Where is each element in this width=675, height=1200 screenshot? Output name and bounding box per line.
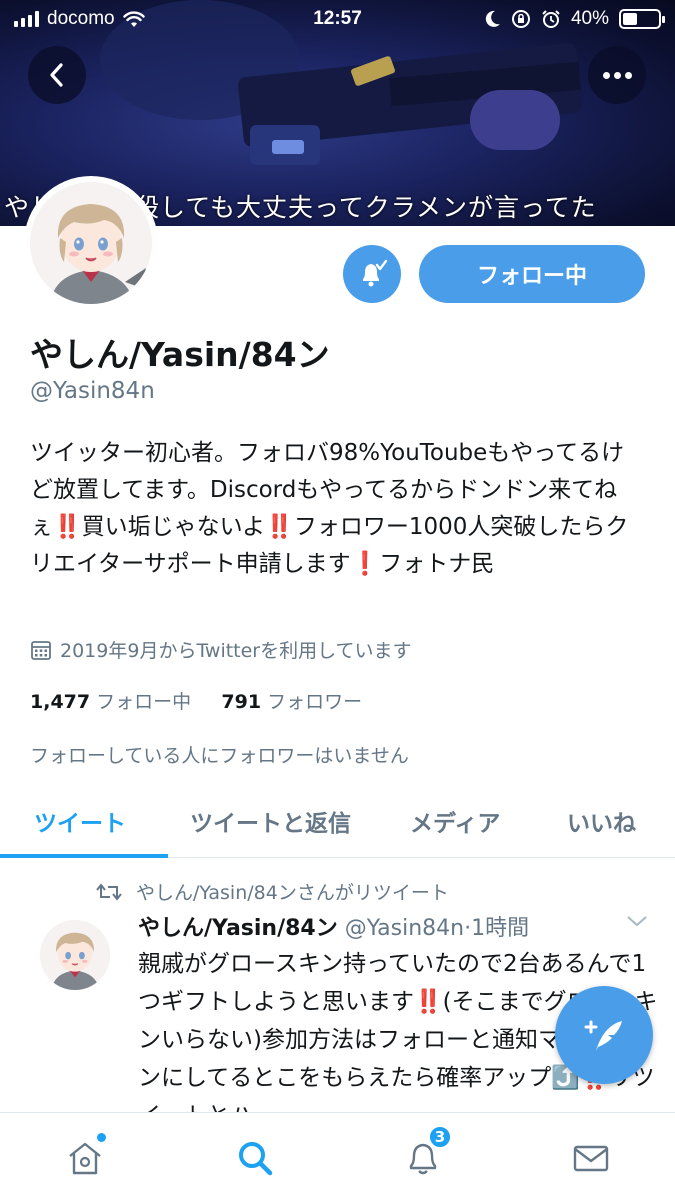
back-button[interactable] bbox=[28, 46, 86, 104]
notification-bell-button[interactable] bbox=[343, 245, 401, 303]
nav-search[interactable] bbox=[230, 1133, 280, 1183]
back-arrow-icon bbox=[50, 63, 63, 87]
follow-counts: 1,477 フォロー中 791 フォロワー bbox=[30, 687, 362, 714]
following-label: フォロー中 bbox=[96, 691, 192, 713]
following-link[interactable]: 1,477 フォロー中 bbox=[30, 691, 191, 713]
retweet-icon bbox=[96, 882, 122, 901]
battery-percent: 40% bbox=[570, 8, 609, 29]
tweet-author-avatar[interactable] bbox=[40, 920, 110, 990]
avatar bbox=[30, 182, 152, 304]
status-bar: docomo 12:57 40% bbox=[0, 0, 675, 40]
nav-messages[interactable] bbox=[566, 1133, 616, 1183]
messages-icon bbox=[573, 1145, 609, 1172]
followers-count: 791 bbox=[221, 691, 262, 713]
joined-date: 2019年9月からTwitterを利用しています bbox=[30, 636, 412, 663]
compose-tweet-button[interactable] bbox=[555, 986, 653, 1084]
tab-media[interactable]: メディア bbox=[410, 804, 500, 838]
more-options-button[interactable] bbox=[588, 46, 646, 104]
profile-handle: @Yasin84n bbox=[30, 378, 155, 404]
alarm-icon bbox=[542, 10, 560, 28]
orientation-lock-icon bbox=[511, 10, 530, 28]
tab-likes[interactable]: いいね bbox=[567, 804, 636, 838]
moon-icon bbox=[485, 10, 500, 27]
profile-tabs: ツイート ツイートと返信 メディア いいね bbox=[0, 790, 675, 858]
more-icon bbox=[602, 71, 632, 79]
tweet-header: やしん/Yasin/84ン @Yasin84n·1時間 bbox=[138, 916, 530, 941]
calendar-icon bbox=[31, 640, 51, 660]
active-tab-indicator bbox=[0, 854, 168, 858]
home-unread-dot bbox=[97, 1133, 106, 1142]
followers-link[interactable]: 791 フォロワー bbox=[221, 691, 362, 713]
bottom-navigation: 3 bbox=[0, 1112, 675, 1200]
battery-icon bbox=[619, 9, 665, 29]
profile-bio: ツイッター初心者。フォロバ98%YouToubeもやってるけど放置してます。Di… bbox=[30, 440, 629, 577]
tweet-menu-button[interactable] bbox=[626, 913, 648, 932]
following-button[interactable]: フォロー中 bbox=[419, 245, 645, 303]
tweet-author-name[interactable]: やしん/Yasin/84ン bbox=[138, 916, 338, 941]
followers-label: フォロワー bbox=[267, 691, 363, 713]
tab-tweets[interactable]: ツイート bbox=[34, 804, 126, 838]
avatar bbox=[40, 920, 110, 990]
nav-notifications[interactable]: 3 bbox=[398, 1125, 452, 1183]
profile-name: やしん/Yasin/84ン bbox=[30, 335, 330, 374]
compose-icon bbox=[584, 1020, 622, 1051]
home-icon bbox=[69, 1142, 101, 1175]
tab-tweets-and-replies[interactable]: ツイートと返信 bbox=[190, 804, 351, 838]
chevron-down-icon bbox=[627, 916, 647, 927]
nav-home[interactable] bbox=[60, 1133, 110, 1183]
tweet-time: 1時間 bbox=[471, 916, 530, 941]
mutual-followers-note: フォローしている人にフォロワーはいません bbox=[30, 745, 409, 767]
tweet-author-handle: @Yasin84n bbox=[344, 916, 465, 941]
retweet-note: やしん/Yasin/84ンさんがリツイート bbox=[136, 882, 449, 904]
search-icon bbox=[239, 1142, 273, 1176]
following-count: 1,477 bbox=[30, 691, 91, 713]
profile-avatar[interactable] bbox=[24, 176, 158, 310]
joined-text: 2019年9月からTwitterを利用しています bbox=[60, 640, 412, 662]
retweet-indicator: やしん/Yasin/84ンさんがリツイート bbox=[96, 878, 449, 905]
bell-check-icon bbox=[363, 259, 388, 287]
notifications-badge: 3 bbox=[428, 1125, 452, 1149]
